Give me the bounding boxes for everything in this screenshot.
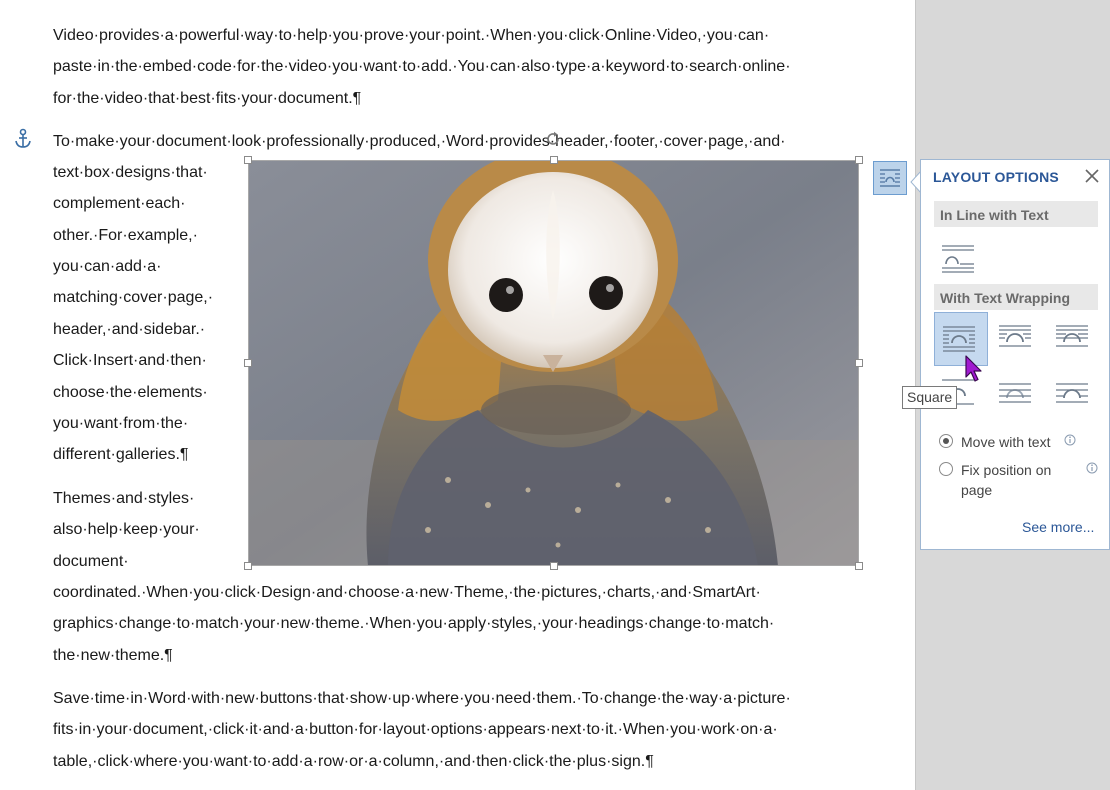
tooltip: Square (902, 386, 958, 409)
layout-options-button[interactable] (873, 161, 907, 195)
wrap-option-in-front-of-text[interactable] (1048, 366, 1096, 416)
resize-handle-top-left[interactable] (244, 156, 252, 164)
text-line[interactable]: also·help·keep·your· (53, 520, 200, 540)
text-line[interactable]: for·the·video·that·best·fits·your·docume… (53, 89, 361, 109)
wrap-option-inline[interactable] (934, 232, 982, 282)
info-icon[interactable] (1064, 434, 1076, 446)
info-icon[interactable] (1086, 462, 1098, 474)
text-line[interactable]: complement·each· (53, 194, 186, 214)
anchor-icon[interactable] (13, 128, 33, 150)
text-line[interactable]: graphics·change·to·match·your·new·theme.… (53, 614, 774, 634)
text-line[interactable]: Click·Insert·and·then· (53, 351, 207, 371)
text-line[interactable]: choose·the·elements· (53, 383, 208, 403)
see-more-link[interactable]: See more... (1022, 519, 1094, 535)
wrap-option-tight[interactable] (991, 312, 1039, 362)
text-line[interactable]: you·want·from·the· (53, 414, 188, 434)
resize-handle-bottom-left[interactable] (244, 562, 252, 570)
resize-handle-right[interactable] (855, 359, 863, 367)
text-line[interactable]: document· (53, 552, 129, 572)
fix-position-radio[interactable] (939, 462, 953, 476)
text-line[interactable]: Save·time·in·Word·with·new·buttons·that·… (53, 689, 791, 709)
text-line[interactable]: Themes·and·styles· (53, 489, 194, 509)
inline-section-heading: In Line with Text (934, 201, 1098, 227)
text-line[interactable]: different·galleries.¶ (53, 445, 188, 465)
text-line[interactable]: the·new·theme.¶ (53, 646, 173, 666)
wrap-option-through[interactable] (1048, 312, 1096, 362)
text-line[interactable]: Video·provides·a·powerful·way·to·help·yo… (53, 26, 769, 46)
text-line[interactable]: matching·cover·page,· (53, 288, 213, 308)
text-line[interactable]: header,·and·sidebar.· (53, 320, 205, 340)
fix-position-label: Fix position on page (961, 462, 1052, 498)
layout-options-icon (880, 169, 900, 187)
text-line[interactable]: table,·click·where·you·want·to·add·a·row… (53, 752, 654, 772)
move-with-text-radio[interactable] (939, 434, 953, 448)
resize-handle-left[interactable] (244, 359, 252, 367)
resize-handle-bottom[interactable] (550, 562, 558, 570)
document-page[interactable]: Video·provides·a·powerful·way·to·help·yo… (0, 0, 916, 790)
resize-handle-top-right[interactable] (855, 156, 863, 164)
close-icon[interactable] (1084, 168, 1100, 184)
resize-handle-bottom-right[interactable] (855, 562, 863, 570)
wrap-option-behind-text[interactable] (991, 366, 1039, 416)
move-with-text-label: Move with text (961, 434, 1051, 450)
text-line[interactable]: you·can·add·a· (53, 257, 162, 277)
text-line[interactable]: other.·For·example,· (53, 226, 198, 246)
layout-options-panel: LAYOUT OPTIONS In Line with Text With Te… (920, 159, 1110, 550)
mouse-cursor-icon (965, 355, 982, 382)
text-line[interactable]: paste·in·the·embed·code·for·the·video·yo… (53, 57, 791, 77)
text-line[interactable]: coordinated.·When·you·click·Design·and·c… (53, 583, 761, 603)
text-line[interactable]: fits·in·your·document,·click·it·and·a·bu… (53, 720, 778, 740)
wrapping-section-heading: With Text Wrapping (934, 284, 1098, 310)
rotate-icon[interactable] (544, 130, 562, 148)
fix-position-option[interactable]: Fix position on page (939, 460, 1069, 502)
text-line[interactable]: text·box·designs·that· (53, 163, 208, 183)
panel-title: LAYOUT OPTIONS (933, 169, 1059, 185)
text-line[interactable]: To·make·your·document·look·professionall… (53, 132, 785, 152)
owl-picture[interactable] (248, 160, 859, 566)
resize-handle-top[interactable] (550, 156, 558, 164)
